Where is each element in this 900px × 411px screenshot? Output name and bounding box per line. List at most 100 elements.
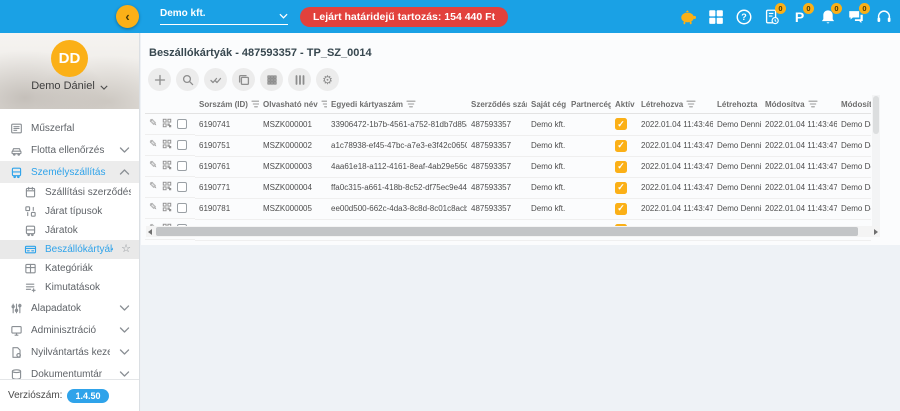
column-header-name[interactable]: Olvasható név	[259, 95, 327, 114]
settings-button[interactable]: ⚙	[316, 68, 339, 91]
edit-icon[interactable]: ✎	[149, 140, 157, 150]
avatar-initials: DD	[59, 50, 81, 67]
vertical-scrollbar[interactable]	[872, 95, 880, 234]
column-header-card_number[interactable]: Egyedi kártyaszám	[327, 95, 467, 114]
sidebar-item-szallitasi-szerzodesek[interactable]: Szállítási szerződések	[0, 183, 139, 202]
notifications-icon[interactable]: 0	[818, 7, 837, 26]
column-header-own_company[interactable]: Saját cég	[527, 95, 567, 114]
column-view-button[interactable]	[288, 68, 311, 91]
active-checkbox[interactable]: ✓	[615, 161, 627, 173]
column-header-created_at[interactable]: Létrehozva	[637, 95, 713, 114]
sort-filter-icon[interactable]	[321, 100, 327, 108]
edit-icon[interactable]: ✎	[149, 203, 157, 213]
cell-modified_by: Demo Dennis	[837, 114, 871, 136]
cell-partner_company	[567, 198, 611, 219]
sidebar-item-label: Adminisztráció	[31, 325, 110, 336]
sidebar-item-jaratok[interactable]: Járatok	[0, 221, 139, 240]
cell-created_by: Demo Dennis	[713, 135, 761, 156]
row-checkbox[interactable]	[177, 119, 187, 129]
active-checkbox[interactable]: ✓	[615, 140, 627, 152]
help-icon[interactable]: ?	[734, 7, 753, 26]
pending-tasks-icon[interactable]: 0	[762, 7, 781, 26]
overdue-debt-alert[interactable]: Lejárt határidejű tartozás: 154 440 Ft	[300, 7, 508, 27]
sort-filter-icon[interactable]	[406, 100, 416, 108]
horizontal-scrollbar-thumb[interactable]	[156, 227, 858, 236]
table-row[interactable]: ✎6190771MSZK000004ffa0c315-a661-418b-8c5…	[145, 177, 871, 198]
column-header-partner_company[interactable]: Partnercég	[567, 95, 611, 114]
column-header-modified_at[interactable]: Módosítva	[761, 95, 837, 114]
cell-contract_number: 487593357	[467, 198, 527, 219]
active-checkbox[interactable]: ✓	[615, 182, 627, 194]
support-icon[interactable]	[874, 7, 893, 26]
cell-modified_at: 2022.01.04 11:43:46	[761, 114, 837, 136]
multi-select-button[interactable]	[204, 68, 227, 91]
edit-icon[interactable]: ✎	[149, 119, 157, 129]
cell-created_by: Demo Dennis	[713, 114, 761, 136]
column-header-id[interactable]: Sorszám (ID)	[195, 95, 259, 114]
qr-code-icon[interactable]	[162, 202, 172, 214]
column-header-created_by[interactable]: Létrehozta	[713, 95, 761, 114]
sidebar-item-jarat-tipusok[interactable]: Járat típusok	[0, 202, 139, 221]
cell-partner_company	[567, 135, 611, 156]
row-checkbox[interactable]	[177, 182, 187, 192]
favorite-star-icon[interactable]: ☆	[121, 244, 131, 255]
grid-view-button[interactable]	[260, 68, 283, 91]
scroll-left-arrow[interactable]	[146, 226, 154, 237]
column-header-contract_number[interactable]: Szerződés szám	[467, 95, 527, 114]
sidebar-item-nyilvantartas-kezeles[interactable]: Nyilvántartás kezelés	[0, 341, 139, 363]
vertical-scrollbar-thumb[interactable]	[873, 96, 879, 134]
messages-icon[interactable]: 0	[846, 7, 865, 26]
cell-id: 6190781	[195, 198, 259, 219]
qr-code-icon[interactable]	[162, 139, 172, 151]
qr-code-icon[interactable]	[162, 181, 172, 193]
qr-code-icon[interactable]	[162, 118, 172, 130]
sidebar-item-szemelyszallitas[interactable]: Személyszállítás	[0, 161, 139, 183]
duplicate-button[interactable]	[232, 68, 255, 91]
sort-filter-icon[interactable]	[251, 100, 259, 108]
company-select[interactable]: Demo kft.	[160, 8, 288, 25]
sidebar-item-adminisztracio[interactable]: Adminisztráció	[0, 319, 139, 341]
sort-filter-icon[interactable]	[808, 100, 818, 108]
table-row[interactable]: ✎6190751MSZK000002a1c78938-ef45-47bc-a7e…	[145, 135, 871, 156]
actions-column-header	[145, 95, 195, 114]
scroll-right-arrow[interactable]	[872, 226, 880, 237]
piggy-bank-icon[interactable]	[678, 7, 697, 26]
row-checkbox[interactable]	[177, 203, 187, 213]
boarding-cards-table: Sorszám (ID)Olvasható névEgyedi kártyasz…	[145, 95, 871, 241]
horizontal-scrollbar-track[interactable]	[154, 226, 872, 237]
sort-filter-icon[interactable]	[686, 100, 696, 108]
active-checkbox[interactable]: ✓	[615, 118, 627, 130]
table-row[interactable]: ✎6190761MSZK0000034aa61e18-a112-4161-8ea…	[145, 156, 871, 177]
main-area: Beszállókártyák - 487593357 - TP_SZ_0014	[141, 33, 900, 411]
column-header-active[interactable]: Aktív	[611, 95, 637, 114]
parking-icon[interactable]: P 0	[790, 7, 809, 26]
qr-code-icon[interactable]	[162, 160, 172, 172]
table-row[interactable]: ✎6190741MSZK00000133906472-1b7b-4561-a75…	[145, 114, 871, 136]
table-row[interactable]: ✎6190781MSZK000005ee00d500-662c-4da3-8c8…	[145, 198, 871, 219]
search-button[interactable]	[176, 68, 199, 91]
sidebar-item-label: Kategóriák	[45, 263, 131, 274]
avatar[interactable]: DD	[51, 40, 88, 77]
user-menu[interactable]: Demo Dániel	[0, 80, 139, 92]
cell-modified_at: 2022.01.04 11:43:47	[761, 156, 837, 177]
sidebar-item-kimutatasok[interactable]: Kimutatások	[0, 278, 139, 297]
edit-icon[interactable]: ✎	[149, 161, 157, 171]
sidebar-item-alapadatok[interactable]: Alapadatok	[0, 297, 139, 319]
active-checkbox[interactable]: ✓	[615, 203, 627, 215]
cell-partner_company	[567, 177, 611, 198]
add-button[interactable]	[148, 68, 171, 91]
cell-contract_number: 487593357	[467, 156, 527, 177]
sidebar-item-kategoriak[interactable]: Kategóriák	[0, 259, 139, 278]
cell-name: MSZK000005	[259, 198, 327, 219]
horizontal-scrollbar[interactable]	[146, 226, 880, 237]
apps-grid-icon[interactable]	[706, 7, 725, 26]
edit-icon[interactable]: ✎	[149, 182, 157, 192]
sidebar-item-muszerfal[interactable]: Műszerfal	[0, 117, 139, 139]
row-checkbox[interactable]	[177, 140, 187, 150]
sidebar-item-flotta-ellenorzes[interactable]: Flotta ellenőrzés	[0, 139, 139, 161]
back-button[interactable]: ‹	[116, 5, 139, 28]
sidebar-item-beszallokartyak[interactable]: Beszállókártyák ☆	[0, 240, 139, 259]
row-checkbox[interactable]	[177, 161, 187, 171]
column-header-modified_by[interactable]: Módosította	[837, 95, 871, 114]
cell-contract_number: 487593357	[467, 177, 527, 198]
